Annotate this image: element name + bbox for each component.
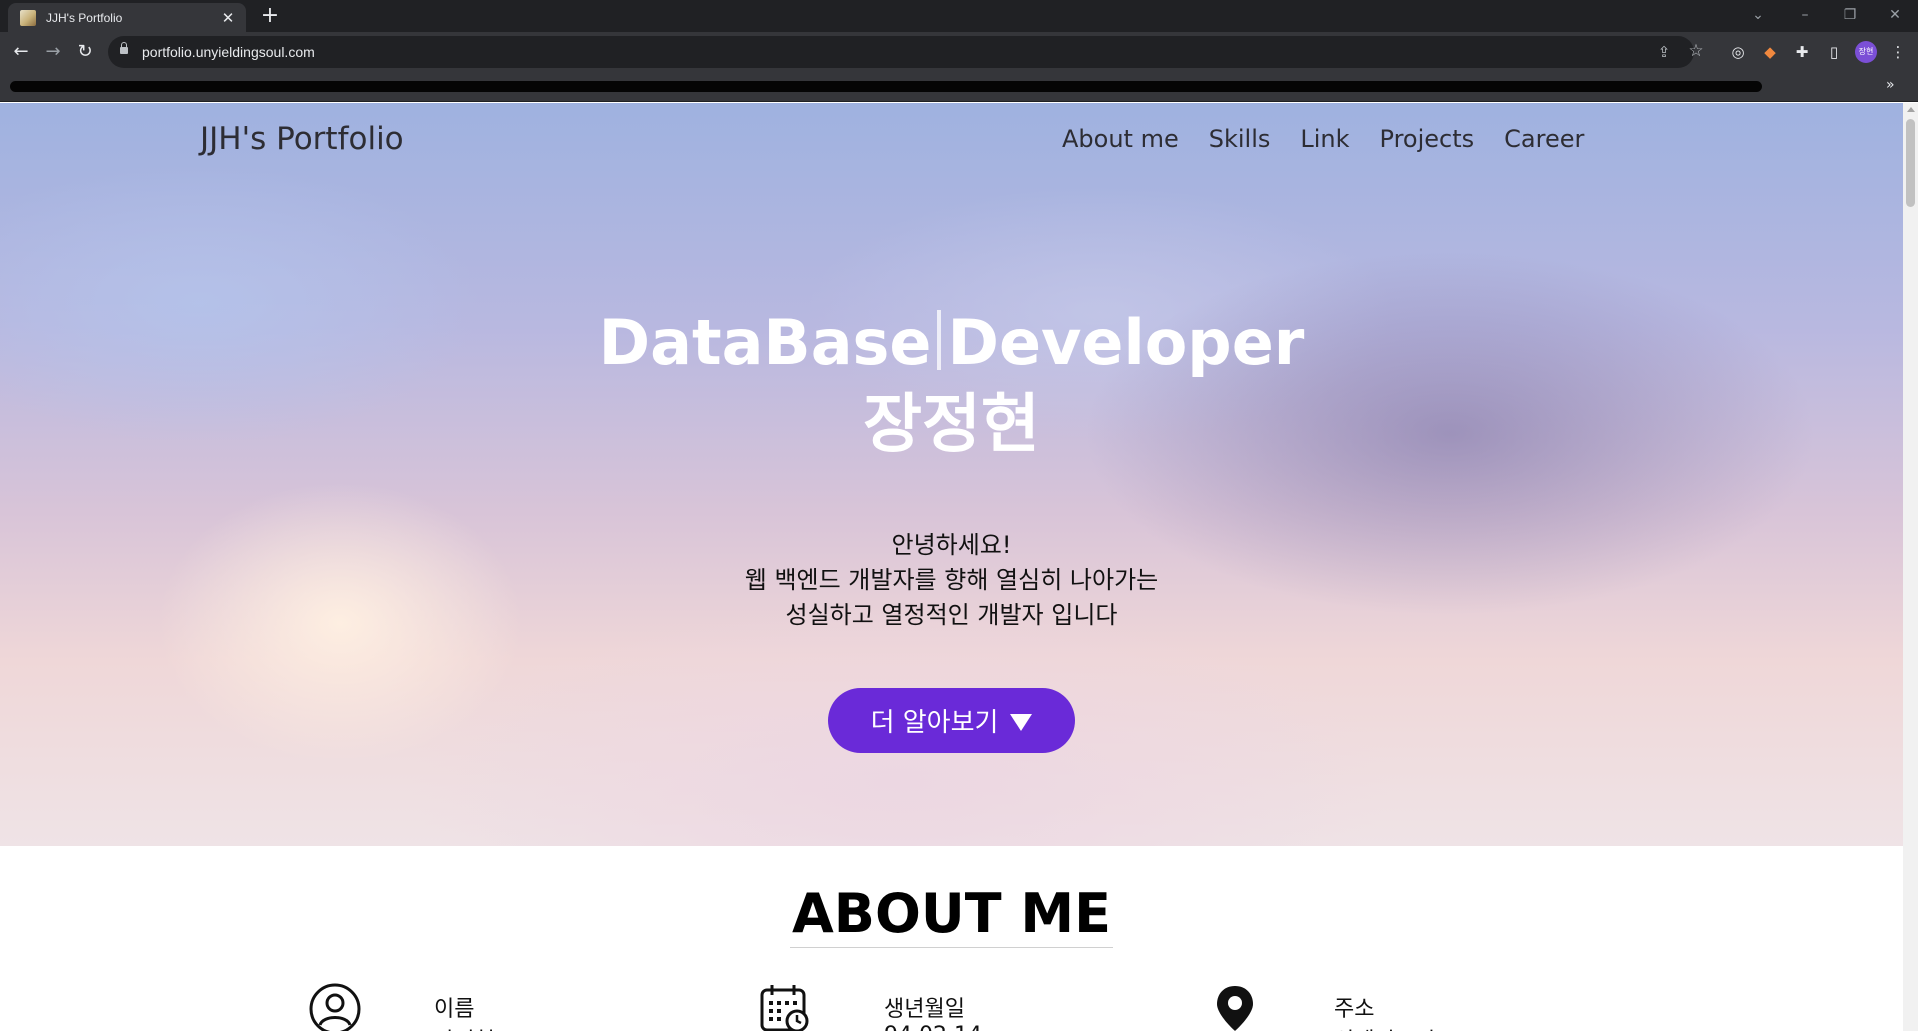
side-panel-icon[interactable]: ▯ [1822, 40, 1846, 64]
calendar-icon [760, 985, 809, 1031]
tab-strip: JJH's Portfolio ✕ + ⌄ – ❐ ✕ [0, 0, 1918, 32]
tab-title: JJH's Portfolio [46, 10, 123, 25]
typing-cursor [937, 310, 942, 370]
site-brand[interactable]: JJH's Portfolio [200, 121, 404, 157]
favicon-icon [20, 9, 36, 26]
page-scrollbar[interactable] [1903, 103, 1918, 1031]
restore-icon[interactable]: ❐ [1840, 6, 1860, 24]
extensions-puzzle-icon[interactable]: ✚ [1790, 40, 1814, 64]
location-pin-icon [1217, 986, 1253, 1031]
close-window-icon[interactable]: ✕ [1885, 6, 1905, 24]
forward-icon[interactable]: → [41, 40, 65, 64]
extension-record-icon[interactable]: ◎ [1726, 40, 1750, 64]
info-value: 94.02.14 [884, 1023, 982, 1031]
url-text[interactable]: portfolio.unyieldingsoul.com [142, 44, 315, 60]
headline-left: DataBase [598, 306, 932, 379]
about-title: ABOUT ME [790, 883, 1113, 948]
close-tab-icon[interactable]: ✕ [220, 10, 236, 26]
about-item-name: 이름 장정현 [309, 983, 495, 1031]
about-item-birthdate: 생년월일 94.02.14 [759, 983, 982, 1031]
browser-toolbar: ← → ↻ portfolio.unyieldingsoul.com ⇪ ☆ ◎… [0, 32, 1918, 72]
bookmark-star-icon[interactable]: ☆ [1686, 41, 1706, 61]
main-nav: About me Skills Link Projects Career [1062, 125, 1584, 153]
hero-name: 장정현 [863, 388, 1040, 462]
nav-skills[interactable]: Skills [1209, 125, 1271, 153]
info-label: 주소 [1334, 997, 1375, 1022]
metamask-fox-icon[interactable]: ◆ [1758, 40, 1782, 64]
info-label: 생년월일 [884, 997, 965, 1022]
intro-line: 안녕하세요! [891, 531, 1012, 559]
learn-more-label: 더 알아보기 [870, 708, 999, 738]
profile-avatar[interactable]: 장현 [1855, 41, 1877, 63]
hero-headline: DataBase Developer [0, 303, 1903, 383]
page-viewport: JJH's Portfolio About me Skills Link Pro… [0, 103, 1918, 1031]
bookmarks-overflow-icon[interactable]: » [1886, 77, 1895, 93]
nav-career[interactable]: Career [1504, 125, 1584, 153]
learn-more-button[interactable]: 더 알아보기 [828, 688, 1075, 753]
intro-line: 성실하고 열정적인 개발자 입니다 [785, 601, 1118, 629]
headline-right: Developer [947, 306, 1305, 379]
lock-icon[interactable] [120, 42, 128, 56]
bookmarks-bar: » [0, 72, 1918, 102]
down-arrow-icon [1010, 714, 1033, 731]
about-heading: ABOUT ME [0, 883, 1903, 948]
user-icon [309, 983, 361, 1031]
tab-search-icon[interactable]: ⌄ [1748, 6, 1768, 24]
menu-kebab-icon[interactable]: ⋮ [1886, 40, 1910, 64]
info-value: 의레시도시 [1334, 1023, 1435, 1031]
reload-icon[interactable]: ↻ [73, 40, 97, 64]
back-icon[interactable]: ← [9, 40, 33, 64]
share-icon[interactable]: ⇪ [1654, 42, 1674, 62]
scroll-up-arrow-icon[interactable] [1907, 107, 1915, 112]
nav-projects[interactable]: Projects [1380, 125, 1475, 153]
about-item-address: 주소 의레시도시 [1209, 983, 1435, 1031]
hero-intro: 안녕하세요! 웹 백엔드 개발자를 향해 열심히 나아가는 성실하고 열정적인 … [0, 528, 1903, 633]
hero-section: JJH's Portfolio About me Skills Link Pro… [0, 103, 1903, 846]
nav-link[interactable]: Link [1300, 125, 1349, 153]
browser-tab[interactable]: JJH's Portfolio ✕ [8, 3, 246, 32]
intro-line: 웹 백엔드 개발자를 향해 열심히 나아가는 [744, 566, 1159, 594]
new-tab-button[interactable]: + [258, 4, 282, 28]
info-value: 장정현 [434, 1023, 495, 1031]
info-label: 이름 [434, 997, 475, 1022]
address-bar[interactable]: portfolio.unyieldingsoul.com ⇪ ☆ [108, 36, 1704, 68]
redacted-bookmarks [10, 81, 1762, 92]
nav-about-me[interactable]: About me [1062, 125, 1179, 153]
scroll-thumb[interactable] [1906, 119, 1915, 207]
minimize-icon[interactable]: – [1795, 6, 1815, 24]
